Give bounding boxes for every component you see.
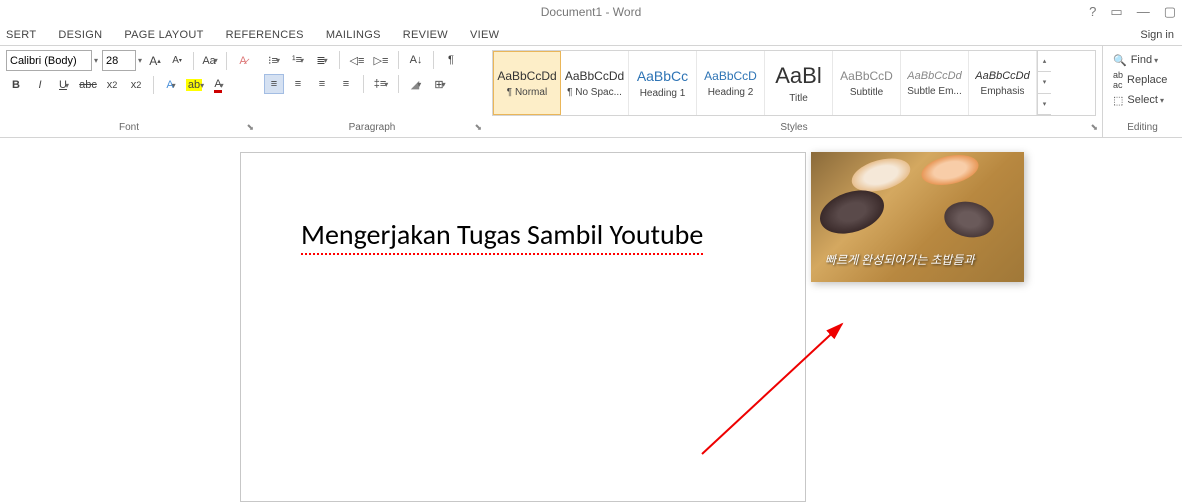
document-page[interactable]: Mengerjakan Tugas Sambil Youtube xyxy=(240,152,806,502)
pip-content xyxy=(941,197,997,242)
pip-content xyxy=(814,183,889,241)
show-hide-button[interactable]: ¶ xyxy=(441,50,461,70)
sort-button[interactable]: A↓ xyxy=(406,50,426,70)
help-icon[interactable]: ? xyxy=(1089,4,1096,20)
decrease-indent-button[interactable]: ◁≡ xyxy=(347,50,367,70)
window-title: Document1 - Word xyxy=(541,5,641,19)
superscript-button[interactable]: x2 xyxy=(126,75,146,95)
paragraph-dialog-launcher[interactable]: ⬊ xyxy=(474,122,482,133)
font-group: ▾ ▾ A▴ A▾ Aa▾ A̷ B I U▾ abc x2 x2 A▾ ab▾… xyxy=(0,46,258,137)
text-effects-button[interactable]: A▾ xyxy=(161,75,181,95)
sign-in-link[interactable]: Sign in xyxy=(1140,29,1174,41)
font-size-dropdown-icon[interactable]: ▾ xyxy=(138,56,142,65)
borders-button[interactable]: ⊞▾ xyxy=(430,74,450,94)
workspace: Mengerjakan Tugas Sambil Youtube 빠르게 완성되… xyxy=(0,138,1182,503)
style-subtle-emphasis[interactable]: AaBbCcDd Subtle Em... xyxy=(901,51,969,115)
bold-button[interactable]: B xyxy=(6,75,26,95)
select-dropdown-icon[interactable]: ▾ xyxy=(1160,96,1164,105)
italic-button[interactable]: I xyxy=(30,75,50,95)
styles-scroll-up[interactable]: ▴ xyxy=(1038,51,1051,72)
clear-formatting-button[interactable]: A̷ xyxy=(234,51,252,71)
style-emphasis[interactable]: AaBbCcDd Emphasis xyxy=(969,51,1037,115)
subscript-button[interactable]: x2 xyxy=(102,75,122,95)
styles-gallery: AaBbCcDd ¶ Normal AaBbCcDd ¶ No Spac... … xyxy=(492,50,1096,116)
paragraph-group-label: Paragraph xyxy=(264,122,480,135)
style-subtitle[interactable]: AaBbCcD Subtitle xyxy=(833,51,901,115)
style-heading2[interactable]: AaBbCcD Heading 2 xyxy=(697,51,765,115)
tab-design[interactable]: DESIGN xyxy=(58,29,102,41)
styles-group-label: Styles xyxy=(492,122,1096,135)
minimize-icon[interactable]: — xyxy=(1137,4,1150,20)
select-button[interactable]: ⬚ Select ▾ xyxy=(1109,90,1176,110)
style-title[interactable]: AaBl Title xyxy=(765,51,833,115)
document-text[interactable]: Mengerjakan Tugas Sambil Youtube xyxy=(301,217,703,255)
ribbon-display-icon[interactable]: ▭ xyxy=(1110,4,1122,20)
font-size-select[interactable] xyxy=(102,50,136,71)
font-family-dropdown-icon[interactable]: ▾ xyxy=(94,56,98,65)
font-group-label: Font xyxy=(6,122,252,135)
tab-view[interactable]: VIEW xyxy=(470,29,499,41)
line-spacing-button[interactable]: ‡≡▾ xyxy=(371,74,391,94)
grow-font-button[interactable]: A▴ xyxy=(146,51,164,71)
tab-insert[interactable]: SERT xyxy=(6,29,36,41)
tab-review[interactable]: REVIEW xyxy=(403,29,448,41)
picture-in-picture-video[interactable]: 빠르게 완성되어가는 초밥들과 xyxy=(811,152,1024,282)
styles-expand[interactable]: ▾ xyxy=(1038,94,1051,115)
tab-page-layout[interactable]: PAGE LAYOUT xyxy=(124,29,203,41)
maximize-icon[interactable]: ▢ xyxy=(1164,4,1176,20)
editing-group: 🔍 Find ▾ abac Replace ⬚ Select ▾ Editing xyxy=(1102,46,1182,137)
font-dialog-launcher[interactable]: ⬊ xyxy=(246,122,254,133)
replace-button[interactable]: abac Replace xyxy=(1109,70,1176,90)
increase-indent-button[interactable]: ▷≡ xyxy=(371,50,391,70)
paragraph-group: ⁝≡▾ ¹≡▾ ≣▾ ◁≡ ▷≡ A↓ ¶ ≡ ≡ ≡ ≡ ‡≡▾ ◢▾ ⊞▾ … xyxy=(258,46,486,137)
highlight-button[interactable]: ab▾ xyxy=(185,75,205,95)
select-icon: ⬚ xyxy=(1113,94,1123,107)
title-bar: Document1 - Word ? ▭ — ▢ xyxy=(0,0,1182,24)
shading-button[interactable]: ◢▾ xyxy=(406,74,426,94)
ribbon: ▾ ▾ A▴ A▾ Aa▾ A̷ B I U▾ abc x2 x2 A▾ ab▾… xyxy=(0,46,1182,138)
font-family-select[interactable] xyxy=(6,50,92,71)
numbering-button[interactable]: ¹≡▾ xyxy=(288,50,308,70)
multilevel-list-button[interactable]: ≣▾ xyxy=(312,50,332,70)
bullets-button[interactable]: ⁝≡▾ xyxy=(264,50,284,70)
styles-group: AaBbCcDd ¶ Normal AaBbCcDd ¶ No Spac... … xyxy=(486,46,1102,137)
styles-dialog-launcher[interactable]: ⬊ xyxy=(1090,122,1098,133)
align-center-button[interactable]: ≡ xyxy=(288,74,308,94)
styles-scroll-down[interactable]: ▾ xyxy=(1038,72,1051,93)
ribbon-tabs: SERT DESIGN PAGE LAYOUT REFERENCES MAILI… xyxy=(0,24,1182,46)
style-no-spacing[interactable]: AaBbCcDd ¶ No Spac... xyxy=(561,51,629,115)
pip-content xyxy=(919,152,982,190)
font-color-button[interactable]: A▾ xyxy=(209,75,229,95)
change-case-button[interactable]: Aa▾ xyxy=(201,51,219,71)
pip-caption: 빠르게 완성되어가는 초밥들과 xyxy=(825,251,975,268)
tab-mailings[interactable]: MAILINGS xyxy=(326,29,381,41)
editing-group-label: Editing xyxy=(1109,122,1176,135)
justify-button[interactable]: ≡ xyxy=(336,74,356,94)
style-normal[interactable]: AaBbCcDd ¶ Normal xyxy=(493,51,561,115)
find-dropdown-icon[interactable]: ▾ xyxy=(1154,56,1158,65)
tab-references[interactable]: REFERENCES xyxy=(226,29,304,41)
underline-button[interactable]: U▾ xyxy=(54,75,74,95)
shrink-font-button[interactable]: A▾ xyxy=(168,51,186,71)
find-icon: 🔍 xyxy=(1113,54,1127,67)
strikethrough-button[interactable]: abc xyxy=(78,75,98,95)
align-right-button[interactable]: ≡ xyxy=(312,74,332,94)
align-left-button[interactable]: ≡ xyxy=(264,74,284,94)
find-button[interactable]: 🔍 Find ▾ xyxy=(1109,50,1176,70)
style-heading1[interactable]: AaBbCc Heading 1 xyxy=(629,51,697,115)
replace-icon: abac xyxy=(1113,70,1123,90)
